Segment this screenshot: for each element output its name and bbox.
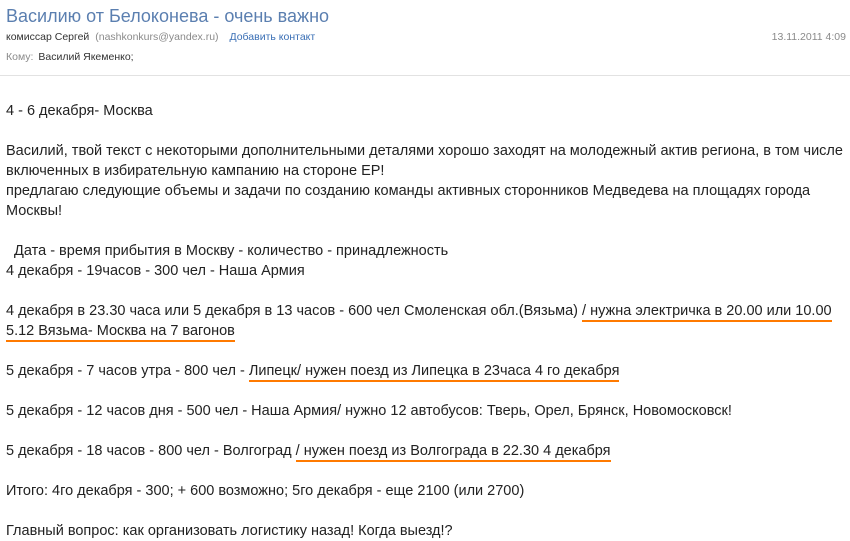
header-divider	[0, 75, 850, 76]
body-line: Москвы!	[6, 203, 63, 219]
message-subject: Василию от Белоконева - очень важно	[6, 6, 330, 26]
body-line: предлагаю следующие объемы и задачи по с…	[6, 183, 811, 199]
schedule-row: 5 декабря - 18 часов - 800 чел - Волгогр…	[6, 441, 846, 462]
body-line: Василий, твой текст с некоторыми дополни…	[6, 143, 843, 159]
body-line: Итого: 4го декабря - 300; + 600 возможно…	[6, 483, 525, 499]
highlighted-text: 5.12 Вязьма- Москва на 7 вагонов	[6, 323, 235, 342]
to-label: Кому:	[6, 51, 34, 63]
sender-email: (nashkonkurs@yandex.ru)	[95, 31, 219, 43]
recipients-row: Кому: Василий Якеменко;	[6, 51, 134, 63]
schedule-row: 5 декабря - 12 часов дня - 500 чел - Наш…	[6, 403, 732, 419]
schedule-text: 5 декабря - 7 часов утра - 800 чел -	[6, 363, 249, 379]
message-date: 13.11.2011 4:09	[771, 31, 846, 43]
highlighted-text: / нужна электричка в 20.00 или 10.00	[582, 303, 832, 322]
sender-name[interactable]: комиссар Сергей	[6, 31, 89, 43]
recipient-name[interactable]: Василий Якеменко;	[38, 51, 133, 63]
schedule-row: 5 декабря - 7 часов утра - 800 чел - Лип…	[6, 361, 846, 382]
highlighted-text: Липецк/ нужен поезд из Липецка в 23часа …	[248, 363, 620, 382]
schedule-row: 4 декабря - 19часов - 300 чел - Наша Арм…	[6, 263, 305, 279]
message-body: 4 - 6 декабря- Москва Василий, твой текс…	[6, 81, 846, 541]
schedule-header: Дата - время прибытия в Москву - количес…	[6, 243, 449, 259]
schedule-text: 4 декабря в 23.30 часа или 5 декабря в 1…	[6, 303, 583, 319]
schedule-text: 5 декабря - 18 часов - 800 чел - Волгогр…	[6, 443, 296, 459]
schedule-row: 4 декабря в 23.30 часа или 5 декабря в 1…	[6, 301, 846, 322]
body-line: 4 - 6 декабря- Москва	[6, 103, 153, 119]
message-header: Василию от Белоконева - очень важно коми…	[0, 0, 850, 76]
body-line: Главный вопрос: как организовать логисти…	[6, 523, 453, 539]
highlighted-text: / нужен поезд из Волгограда в 22.30 4 де…	[295, 443, 611, 462]
sender-row: комиссар Сергей (nashkonkurs@yandex.ru) …	[6, 31, 315, 43]
schedule-row: 5.12 Вязьма- Москва на 7 вагонов	[6, 321, 846, 342]
add-contact-link[interactable]: Добавить контакт	[229, 31, 315, 43]
body-line: включенных в избирательную кампанию на с…	[6, 163, 385, 179]
